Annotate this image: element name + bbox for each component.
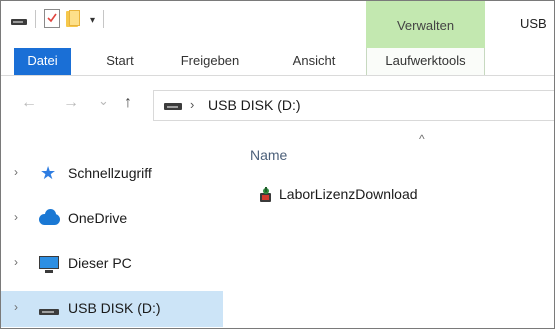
sort-ascending-icon: ^ [419, 132, 425, 146]
file-list: ^ Name LaborLizenzDownload [223, 132, 554, 328]
navigation-pane: › ★ Schnellzugriff › OneDrive › Dieser P… [1, 132, 223, 328]
title-bar: ▾ Verwalten USB [1, 1, 554, 48]
navigation-bar: ← → ⌄ ↑ › USB DISK (D:) [1, 76, 554, 132]
new-folder-icon[interactable] [66, 10, 82, 27]
contextual-tab-group: Verwalten [366, 1, 485, 48]
tab-ansicht[interactable]: Ansicht [276, 48, 352, 75]
recent-locations-button[interactable]: ⌄ [98, 93, 109, 109]
properties-icon[interactable] [44, 9, 60, 28]
tab-laufwerktools[interactable]: Laufwerktools [366, 48, 485, 75]
breadcrumb-usb-disk[interactable]: USB DISK (D:) [208, 97, 301, 113]
address-bar[interactable]: › USB DISK (D:) [153, 90, 554, 121]
sidebar-item-label: Dieser PC [68, 255, 132, 271]
tab-freigeben[interactable]: Freigeben [166, 48, 254, 75]
sidebar-item-schnellzugriff[interactable]: › ★ Schnellzugriff [1, 156, 223, 192]
file-name: LaborLizenzDownload [279, 186, 418, 202]
breadcrumb-chevron[interactable]: › [190, 97, 194, 112]
monitor-icon [39, 255, 61, 273]
sidebar-item-label: Schnellzugriff [68, 165, 152, 181]
installer-app-icon [257, 186, 275, 204]
usb-drive-icon [164, 103, 182, 111]
explorer-window: ▾ Verwalten USB Datei Start Freigeben An… [0, 0, 555, 329]
usb-drive-icon [39, 300, 61, 318]
drive-icon [11, 17, 27, 27]
sidebar-item-dieser-pc[interactable]: › Dieser PC [1, 246, 223, 282]
sidebar-item-usb-disk[interactable]: › USB DISK (D:) [1, 291, 223, 327]
star-icon: ★ [40, 163, 57, 183]
tab-start[interactable]: Start [87, 48, 153, 75]
quick-access-toolbar: ▾ [11, 9, 112, 28]
ribbon-tabs: Datei Start Freigeben Ansicht Laufwerkto… [1, 48, 554, 76]
back-button[interactable]: ← [21, 94, 37, 112]
up-button[interactable]: ↑ [124, 94, 132, 112]
cloud-icon [39, 209, 61, 228]
expand-chevron-icon[interactable]: › [14, 165, 18, 179]
sidebar-item-onedrive[interactable]: › OneDrive [1, 201, 223, 237]
toolbar-separator [103, 9, 105, 28]
forward-button[interactable]: → [63, 94, 79, 112]
contextual-group-title: Verwalten [396, 18, 455, 33]
list-item[interactable]: LaborLizenzDownload [251, 182, 531, 206]
column-header-name[interactable]: Name [250, 147, 287, 163]
expand-chevron-icon[interactable]: › [14, 255, 18, 269]
customize-toolbar-dropdown[interactable]: ▾ [90, 15, 95, 26]
sidebar-item-label: USB DISK (D:) [68, 300, 161, 316]
tab-datei[interactable]: Datei [14, 48, 71, 75]
window-title: USB [520, 16, 547, 31]
expand-chevron-icon[interactable]: › [14, 210, 18, 224]
sidebar-item-label: OneDrive [68, 210, 128, 226]
expand-chevron-icon[interactable]: › [14, 300, 18, 314]
toolbar-separator [35, 9, 36, 28]
